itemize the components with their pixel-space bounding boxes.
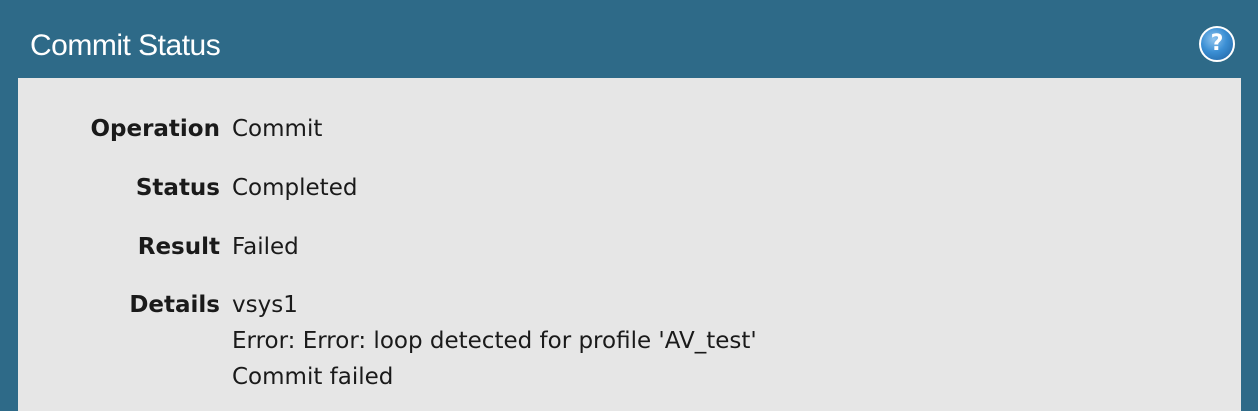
details-line-error: Error: Error: loop detected for profile … xyxy=(232,328,757,354)
details-line-vsys: vsys1 xyxy=(232,292,298,318)
details-value: vsys1 Error: Error: loop detected for pr… xyxy=(232,287,757,395)
result-value: Failed xyxy=(232,234,299,260)
help-glyph: ? xyxy=(1210,31,1224,56)
commit-status-dialog: Commit Status ? Operation Commit Status … xyxy=(0,0,1258,411)
status-value: Completed xyxy=(232,175,358,201)
operation-value: Commit xyxy=(232,116,323,142)
dialog-title: Commit Status xyxy=(30,29,221,62)
details-label: Details xyxy=(129,292,220,318)
dialog-titlebar: Commit Status ? xyxy=(0,0,1258,78)
help-icon[interactable]: ? xyxy=(1199,26,1235,62)
details-line-commit-failed: Commit failed xyxy=(232,364,394,390)
dialog-content: Operation Commit Status Completed Result… xyxy=(18,78,1241,411)
status-label: Status xyxy=(135,175,220,201)
operation-label: Operation xyxy=(90,116,220,142)
result-label: Result xyxy=(137,234,220,260)
